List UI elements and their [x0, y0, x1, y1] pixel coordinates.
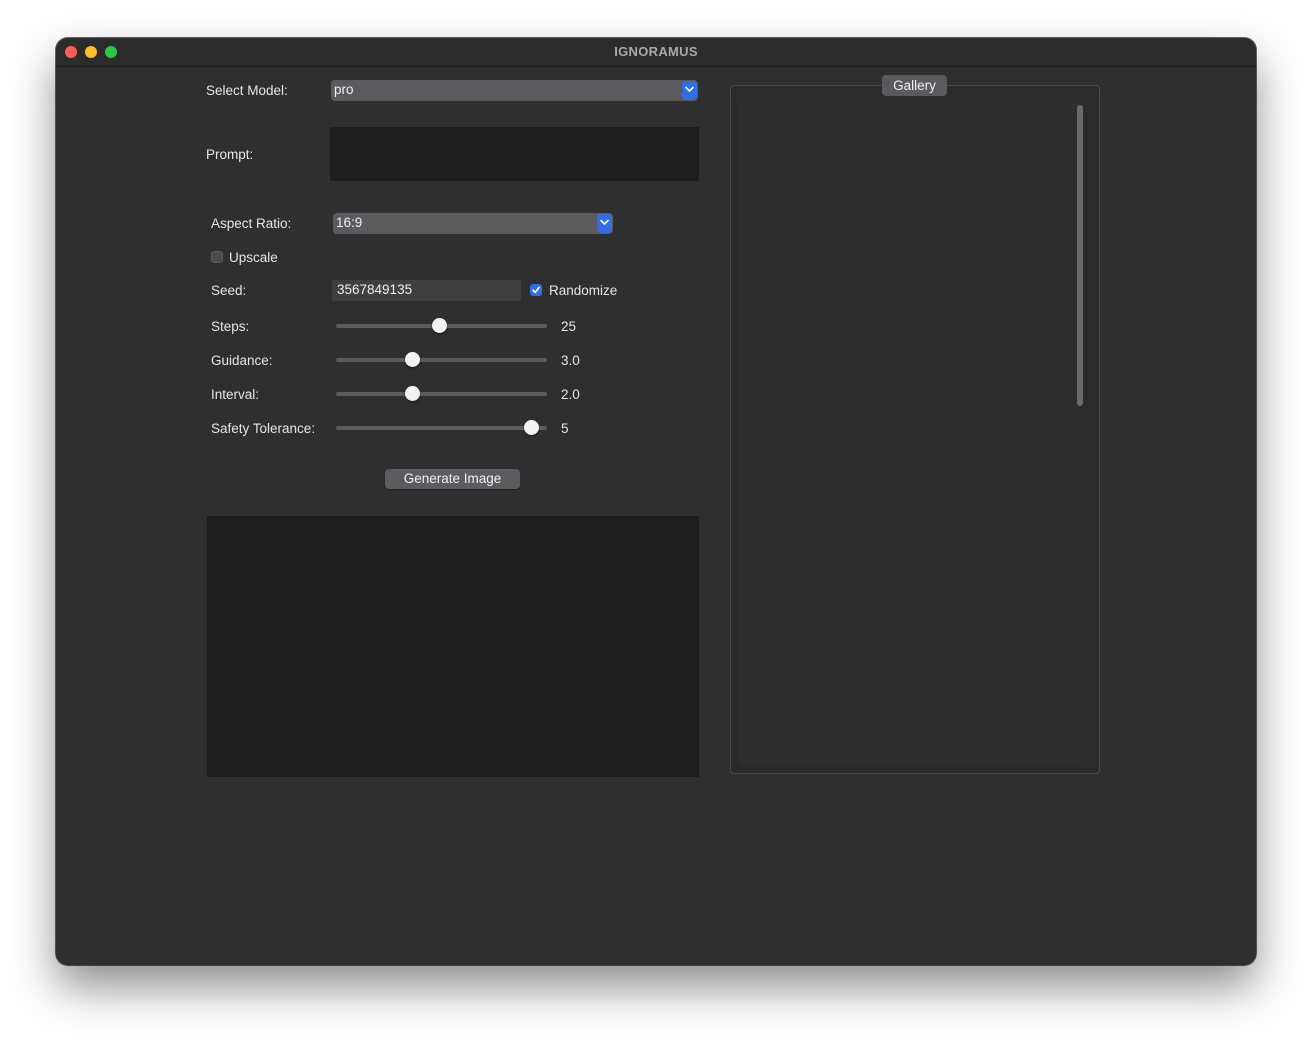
guidance-value: 3.0 — [561, 353, 580, 368]
upscale-label: Upscale — [229, 250, 278, 265]
interval-value: 2.0 — [561, 387, 580, 402]
checkmark-icon — [532, 286, 541, 294]
image-preview-area — [207, 516, 699, 777]
safety-tolerance-value: 5 — [561, 421, 569, 436]
app-window: IGNORAMUS Select Model: pro Prompt: Aspe… — [56, 38, 1256, 965]
generate-image-button[interactable]: Generate Image — [385, 469, 520, 489]
guidance-slider-thumb[interactable] — [404, 352, 420, 367]
steps-slider-thumb[interactable] — [432, 318, 448, 333]
model-select[interactable]: pro — [331, 80, 698, 101]
interval-slider-thumb[interactable] — [404, 386, 420, 401]
guidance-label: Guidance: — [211, 353, 273, 368]
aspect-ratio-value: 16:9 — [336, 215, 363, 230]
prompt-input[interactable] — [330, 127, 699, 181]
seed-label: Seed: — [211, 283, 247, 298]
safety-tolerance-slider[interactable] — [336, 420, 547, 435]
guidance-slider[interactable] — [336, 352, 547, 367]
model-select-value: pro — [334, 82, 354, 97]
safety-tolerance-label: Safety Tolerance: — [211, 421, 316, 436]
steps-slider[interactable] — [336, 318, 547, 333]
interval-label: Interval: — [211, 387, 260, 402]
aspect-ratio-select[interactable]: 16:9 — [333, 213, 613, 234]
upscale-checkbox[interactable] — [211, 251, 223, 263]
window-title: IGNORAMUS — [614, 44, 698, 59]
randomize-label: Randomize — [549, 283, 618, 298]
prompt-label: Prompt: — [206, 147, 254, 162]
model-label: Select Model: — [206, 83, 288, 98]
aspect-ratio-label: Aspect Ratio: — [211, 216, 292, 231]
gallery-title: Gallery — [882, 75, 947, 96]
interval-slider[interactable] — [336, 386, 547, 401]
steps-label: Steps: — [211, 319, 250, 334]
gallery-grid[interactable] — [739, 103, 1080, 765]
safety-tolerance-slider-thumb[interactable] — [524, 420, 540, 435]
chevron-down-icon — [597, 214, 612, 233]
chevron-down-icon — [682, 81, 697, 100]
gallery-scrollbar[interactable] — [1077, 105, 1083, 406]
steps-value: 25 — [561, 319, 577, 334]
seed-input[interactable]: 3567849135 — [332, 280, 521, 301]
randomize-checkbox[interactable] — [530, 284, 542, 296]
title-bar: IGNORAMUS — [56, 38, 1256, 67]
